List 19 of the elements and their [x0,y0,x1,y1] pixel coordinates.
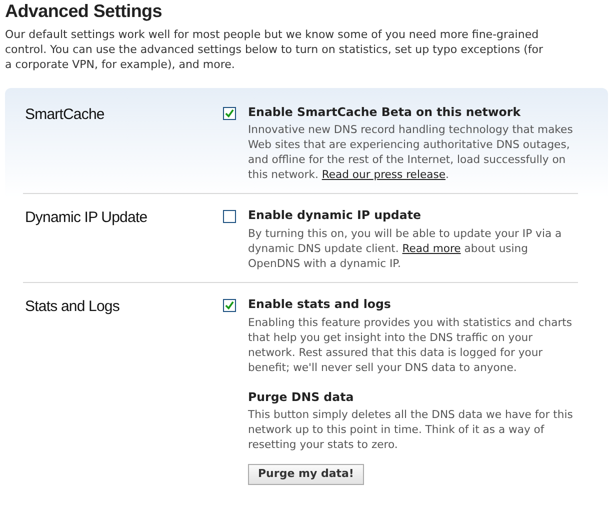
checkbox[interactable] [223,298,236,312]
option-description: By turning this on, you will be able to update your IP via a dynamic DNS update client. Read more about using OpenDNS with a dynamic IP. [248,226,563,271]
option-title: Enable SmartCache Beta on this network [248,104,522,121]
option-title: Enable dynamic IP update [248,207,422,224]
section-label: SmartCache [25,104,106,125]
option-description: Innovative new DNS record handling technology that makes Web sites that are experiencing authoritative DNS outages, and offline for the rest of the Internet, load successfully on this network. Read our press release. [248,122,574,182]
checkbox[interactable] [223,210,236,224]
read-more-link[interactable]: Read our press release [322,168,446,182]
option-description: Enabling this feature provides you with statistics and charts that help you get insight into the DNS traffic on your network. Rest assured that this data is logged for your benefit; we'll never sell your DNS data to anyone. [248,314,574,375]
read-more-link[interactable]: Read more [402,242,461,255]
page-title: Advanced Settings [5,1,163,23]
checkbox[interactable] [223,106,236,120]
section-label: Dynamic IP Update [25,208,148,228]
option-heading: Purge DNS data [248,388,355,406]
option-description: This button simply deletes all the DNS data we have for this network up to this point in time. Think of it as a way of resetting your stats to zero. [248,407,574,452]
option-title: Enable stats and logs [248,296,392,313]
intro-paragraph: Our default settings work well for most people but we know some of you need more fine-grained control. You can use the advanced settings below to turn on statistics, set up typo exceptions (for a corporate VPN, for example), and more. [5,26,544,72]
purge-button[interactable]: Purge my data! [248,464,364,485]
section-label: Stats and Logs [25,296,120,317]
